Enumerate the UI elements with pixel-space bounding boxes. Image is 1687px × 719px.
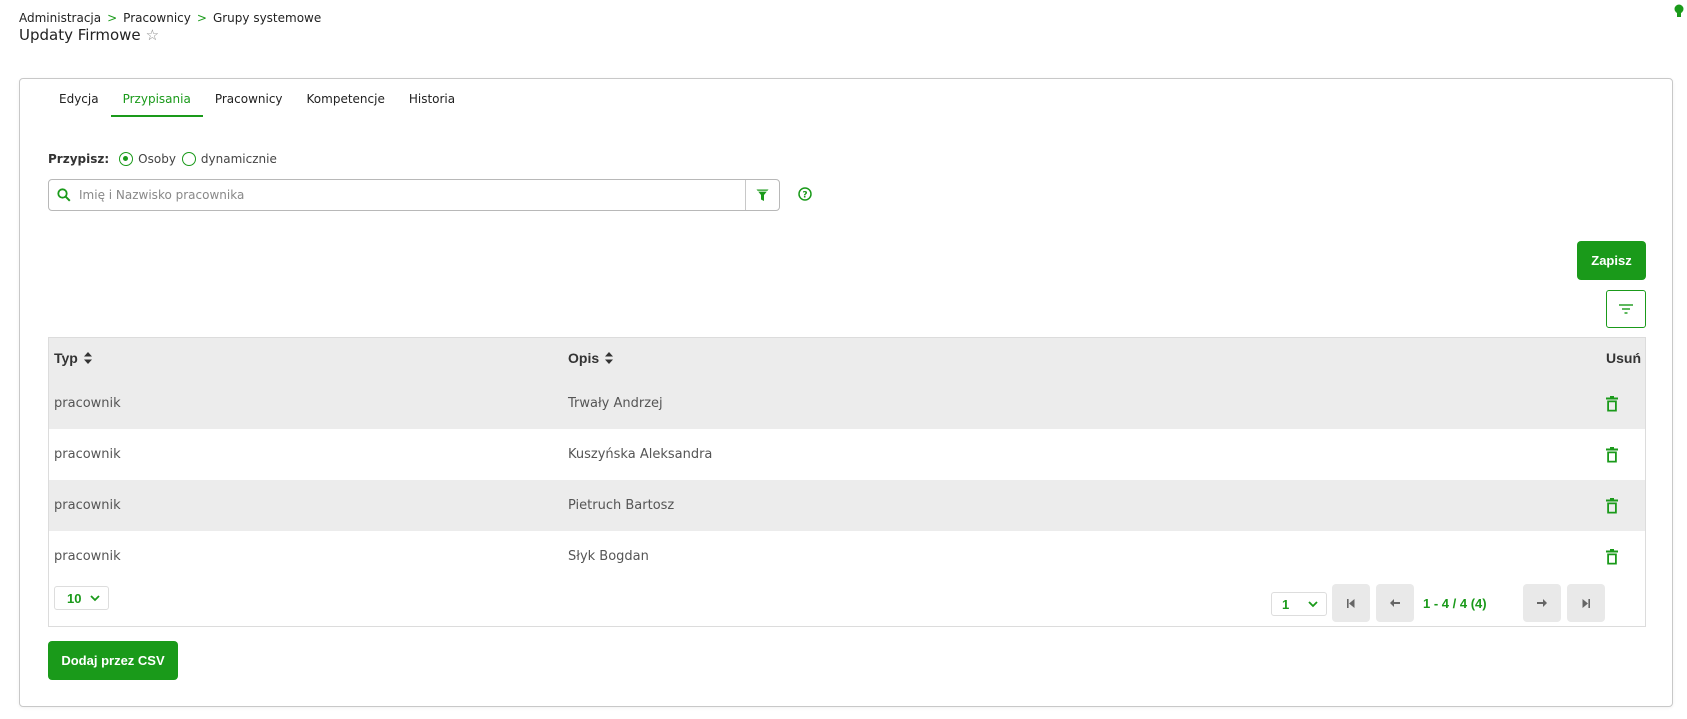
tab-przypisania[interactable]: Przypisania xyxy=(110,91,204,117)
table-row: pracownik Trwały Andrzej xyxy=(49,378,1645,429)
radio-osoby-indicator[interactable] xyxy=(119,152,134,166)
arrow-left-icon xyxy=(1390,599,1400,607)
first-page-icon xyxy=(1347,598,1355,608)
pagination-info: 1 - 4 / 4 (4) xyxy=(1423,596,1487,611)
save-button[interactable]: Zapisz xyxy=(1577,241,1646,280)
breadcrumb-separator: > xyxy=(196,11,207,25)
search-input[interactable] xyxy=(79,180,745,210)
breadcrumb-item-administracja[interactable]: Administracja xyxy=(19,11,101,25)
trash-icon[interactable] xyxy=(1606,548,1618,565)
breadcrumb: Administracja > Pracownicy > Grupy syste… xyxy=(19,11,321,25)
last-page-button[interactable] xyxy=(1567,584,1605,622)
table-footer: 10 1 1 - 4 / 4 (4) xyxy=(49,582,1645,626)
breadcrumb-item-grupy-systemowe: Grupy systemowe xyxy=(212,11,322,25)
tab-bar: Edycja Przypisania Pracownicy Kompetencj… xyxy=(47,91,467,117)
assign-options: Przypisz: Osoby dynamicznie xyxy=(48,152,283,166)
star-icon[interactable]: ☆ xyxy=(146,26,159,44)
table-row: pracownik Kuszyńska Aleksandra xyxy=(49,429,1645,480)
radio-osoby[interactable]: Osoby xyxy=(119,152,176,166)
search-icon xyxy=(49,188,79,202)
table-row: pracownik Słyk Bogdan xyxy=(49,531,1645,582)
last-page-icon xyxy=(1582,598,1590,608)
page-title-row: Updaty Firmowe ☆ xyxy=(19,26,159,44)
first-page-button[interactable] xyxy=(1332,584,1370,622)
cell-typ: pracownik xyxy=(54,447,121,462)
assign-label: Przypisz: xyxy=(48,152,110,166)
header-usun: Usuń xyxy=(1606,350,1641,366)
radio-osoby-label: Osoby xyxy=(138,152,176,166)
svg-text:?: ? xyxy=(802,191,807,201)
header-typ[interactable]: Typ xyxy=(54,350,92,366)
header-opis[interactable]: Opis xyxy=(568,350,614,366)
cell-typ: pracownik xyxy=(54,396,121,411)
table-row: pracownik Pietruch Bartosz xyxy=(49,480,1645,531)
header-typ-label: Typ xyxy=(54,350,78,366)
prev-page-button[interactable] xyxy=(1376,584,1414,622)
arrow-right-icon xyxy=(1537,599,1547,607)
chevron-down-icon xyxy=(1308,601,1318,608)
sort-icon xyxy=(83,352,92,364)
radio-dynamicznie[interactable]: dynamicznie xyxy=(181,152,277,166)
page-select[interactable]: 1 xyxy=(1271,592,1327,616)
table-header: Typ Opis Usuń xyxy=(49,338,1645,378)
help-icon[interactable]: ? xyxy=(798,187,812,201)
cell-opis: Trwały Andrzej xyxy=(568,396,663,411)
page-title: Updaty Firmowe xyxy=(19,26,141,44)
tab-kompetencje[interactable]: Kompetencje xyxy=(295,91,397,117)
breadcrumb-item-pracownicy[interactable]: Pracownicy xyxy=(123,11,191,25)
cell-opis: Pietruch Bartosz xyxy=(568,498,675,513)
radio-dynamicznie-label: dynamicznie xyxy=(200,152,277,166)
chevron-down-icon xyxy=(90,595,100,602)
add-csv-button[interactable]: Dodaj przez CSV xyxy=(48,641,178,680)
header-opis-label: Opis xyxy=(568,350,600,366)
cell-opis: Słyk Bogdan xyxy=(568,549,649,564)
assignments-table: Typ Opis Usuń pracownik Trwały Andrzej p… xyxy=(48,337,1646,627)
tab-historia[interactable]: Historia xyxy=(397,91,467,117)
per-page-select[interactable]: 10 xyxy=(54,586,109,610)
tab-pracownicy[interactable]: Pracownicy xyxy=(203,91,295,117)
lightbulb-icon[interactable] xyxy=(1674,4,1684,18)
sort-icon xyxy=(605,352,614,364)
trash-icon[interactable] xyxy=(1606,446,1618,463)
trash-icon[interactable] xyxy=(1606,395,1618,412)
main-card: Edycja Przypisania Pracownicy Kompetencj… xyxy=(19,78,1673,707)
search-box xyxy=(48,179,780,211)
cell-typ: pracownik xyxy=(54,498,121,513)
column-filter-button[interactable] xyxy=(1606,290,1646,328)
trash-icon[interactable] xyxy=(1606,497,1618,514)
cell-opis: Kuszyńska Aleksandra xyxy=(568,447,713,462)
radio-dynamicznie-indicator[interactable] xyxy=(181,152,196,166)
per-page-value: 10 xyxy=(67,590,82,606)
breadcrumb-separator: > xyxy=(107,11,118,25)
filter-funnel-button[interactable] xyxy=(745,180,779,210)
page-select-value: 1 xyxy=(1282,596,1290,612)
next-page-button[interactable] xyxy=(1523,584,1561,622)
cell-typ: pracownik xyxy=(54,549,121,564)
tab-edycja[interactable]: Edycja xyxy=(47,91,111,117)
funnel-icon xyxy=(756,189,769,201)
filter-lines-icon xyxy=(1619,304,1633,314)
